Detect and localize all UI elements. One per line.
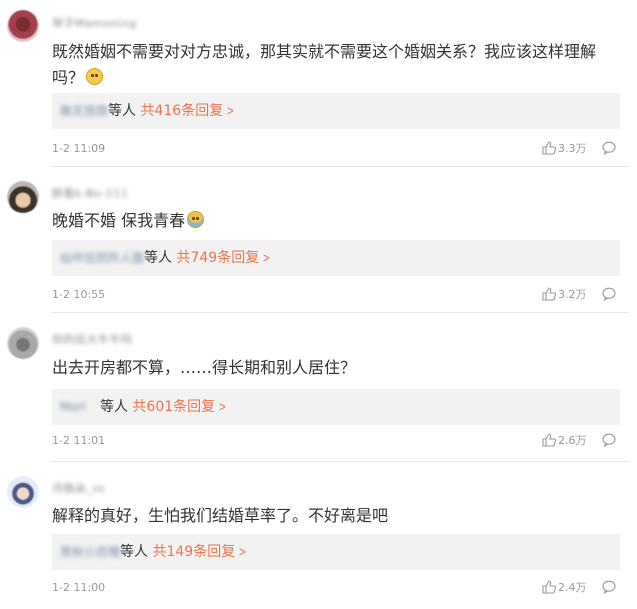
reply-count-link[interactable]: 共149条回复: [152, 544, 235, 560]
reply-names[interactable]: Mori: [60, 389, 86, 425]
thumbs-up-icon: [542, 433, 557, 447]
reply-summary[interactable]: Mori 等人 共601条回复 >: [52, 389, 620, 425]
chevron-right-icon: >: [218, 400, 227, 415]
avatar[interactable]: [7, 181, 39, 213]
username[interactable]: 琴子Mamoning: [52, 15, 137, 30]
chevron-right-icon: >: [238, 545, 247, 560]
comment-text-content: 既然婚姻不需要对对方忠诚，那其实就不需要这个婚姻关系？我应该这样理解吗？: [52, 42, 597, 87]
chevron-right-icon: >: [262, 251, 271, 266]
chevron-right-icon: >: [226, 104, 235, 119]
crying-emoji-icon: [187, 211, 205, 228]
reply-button[interactable]: [602, 432, 616, 451]
comment-bubble-icon: [602, 287, 616, 302]
username[interactable]: 你的后大牛牛吗: [52, 331, 133, 346]
timestamp: 1-2 10:55: [52, 288, 106, 301]
reply-suffix: 等人: [144, 250, 173, 266]
comment-text: 解释的真好，生怕我们结婚草率了。不好离是吧: [52, 503, 627, 529]
comment-text-content: 解释的真好，生怕我们结婚草率了。不好离是吧: [52, 506, 389, 525]
avatar[interactable]: [7, 476, 39, 508]
like-button[interactable]: 2.4万: [542, 579, 587, 595]
like-count: 2.4万: [558, 581, 587, 594]
reply-summary[interactable]: 仙中出到外人面等人 共749条回复 >: [52, 240, 620, 276]
comment-text: 出去开房都不算，……得长期和别人居住？: [52, 355, 627, 381]
reply-count-link[interactable]: 共416条回复: [140, 103, 223, 119]
divider: [51, 461, 629, 462]
timestamp: 1-2 11:01: [52, 434, 106, 447]
reply-suffix: 等人: [99, 399, 128, 415]
timestamp: 1-2 11:00: [52, 581, 106, 594]
reply-suffix: 等人: [120, 544, 149, 560]
reply-names[interactable]: 贵秋小恋哦: [60, 534, 120, 570]
comment-bubble-icon: [602, 433, 616, 448]
comment-text-content: 出去开房都不算，……得长期和别人居住？: [52, 358, 357, 377]
thumbs-up-icon: [542, 141, 557, 155]
reply-suffix: 等人: [108, 103, 137, 119]
reply-button[interactable]: [602, 286, 616, 305]
comment-text: 晚婚不婚 保我青春: [52, 208, 627, 234]
reply-count-link[interactable]: 共749条回复: [176, 250, 259, 266]
like-count: 2.6万: [558, 434, 587, 447]
comment-bubble-icon: [602, 580, 616, 595]
divider: [51, 166, 629, 167]
like-button[interactable]: 3.3万: [542, 140, 587, 156]
reply-button[interactable]: [602, 140, 616, 159]
avatar[interactable]: [7, 327, 39, 359]
avatar[interactable]: [7, 10, 39, 42]
reply-summary[interactable]: 敞无悠悠等人 共416条回复 >: [52, 93, 620, 129]
username[interactable]: 月桃朵_ss: [52, 480, 105, 495]
like-button[interactable]: 2.6万: [542, 432, 587, 448]
smiling-emoji-icon: [86, 68, 104, 85]
reply-count-link[interactable]: 共601条回复: [132, 399, 215, 415]
thumbs-up-icon: [542, 580, 557, 594]
like-count: 3.3万: [558, 142, 587, 155]
comment-text-content: 晚婚不婚 保我青春: [52, 211, 186, 230]
timestamp: 1-2 11:09: [52, 142, 106, 155]
reply-names[interactable]: 敞无悠悠: [60, 93, 108, 129]
like-button[interactable]: 3.2万: [542, 286, 587, 302]
comment-text: 既然婚姻不需要对对方忠诚，那其实就不需要这个婚姻关系？我应该这样理解吗？: [52, 39, 627, 91]
comment-bubble-icon: [602, 141, 616, 156]
reply-button[interactable]: [602, 579, 616, 598]
username[interactable]: 醉看k-Bo-211: [52, 185, 128, 200]
thumbs-up-icon: [542, 287, 557, 301]
divider: [51, 312, 629, 313]
reply-names[interactable]: 仙中出到外人面: [60, 240, 144, 276]
reply-summary[interactable]: 贵秋小恋哦等人 共149条回复 >: [52, 534, 620, 570]
like-count: 3.2万: [558, 288, 587, 301]
